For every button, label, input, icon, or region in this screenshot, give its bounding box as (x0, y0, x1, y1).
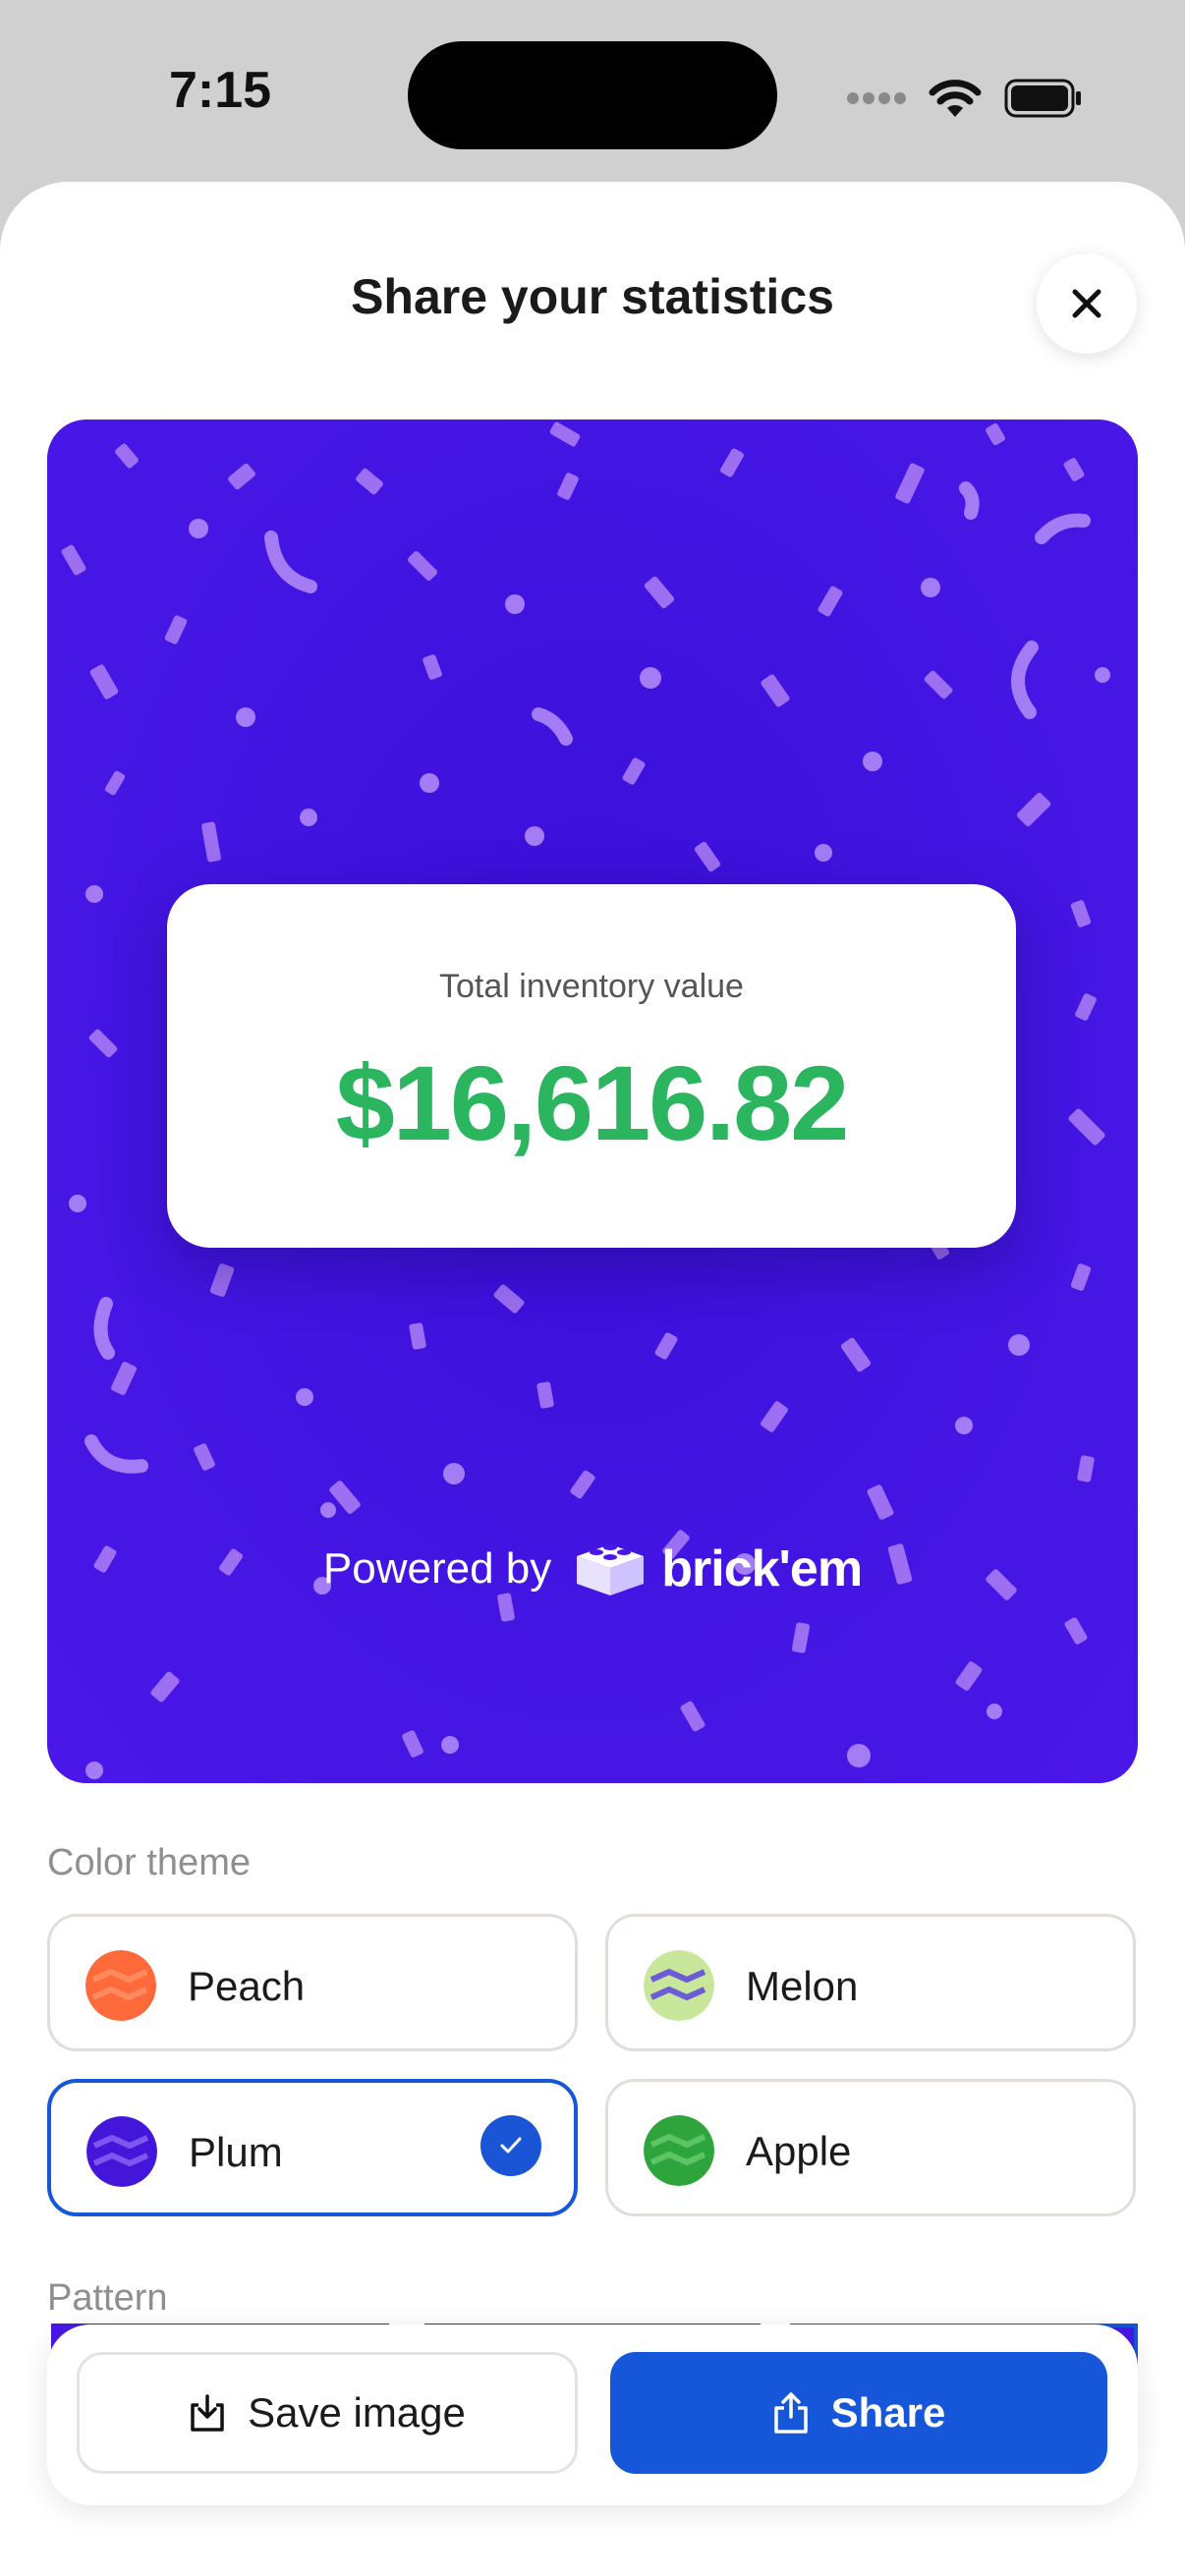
share-label: Share (830, 2389, 946, 2436)
dynamic-island (408, 41, 777, 149)
theme-option-plum[interactable]: Plum (47, 2079, 578, 2216)
cellular-signal-icon (847, 92, 906, 104)
plum-swatch-icon (86, 2116, 157, 2187)
close-button[interactable] (1037, 253, 1137, 354)
theme-name: Melon (746, 1963, 859, 2009)
peach-swatch-icon (85, 1950, 156, 2021)
status-time: 7:15 (169, 62, 272, 119)
share-button[interactable]: Share (610, 2352, 1107, 2474)
brand-name: brick'em (661, 1540, 863, 1597)
stat-value: $16,616.82 (335, 1043, 850, 1162)
color-theme-label: Color theme (47, 1842, 251, 1883)
powered-by-branding: Powered by brick'em (47, 1540, 1138, 1598)
selected-check-icon (480, 2115, 541, 2176)
sheet-title: Share your statistics (351, 269, 834, 324)
theme-name: Plum (189, 2129, 283, 2175)
share-sheet: Share your statistics Total inventory va… (0, 182, 1185, 2576)
battery-icon (1004, 79, 1081, 118)
theme-name: Peach (188, 1963, 306, 2009)
theme-option-apple[interactable]: Apple (605, 2079, 1136, 2216)
melon-swatch-icon (644, 1950, 714, 2021)
download-icon (191, 2394, 224, 2432)
theme-name: Apple (746, 2128, 852, 2174)
wifi-icon (929, 80, 982, 117)
save-image-button[interactable]: Save image (77, 2352, 578, 2474)
total-inventory-value-card: Total inventory value $16,616.82 (167, 884, 1016, 1248)
powered-by-text: Powered by (322, 1544, 552, 1593)
status-icons (845, 69, 1083, 128)
action-bar: Save image Share (47, 2324, 1138, 2505)
share-icon (773, 2392, 808, 2434)
theme-option-peach[interactable]: Peach (47, 1914, 578, 2051)
close-icon (1072, 289, 1101, 318)
statistics-preview-card: Total inventory value $16,616.82 Powered… (47, 420, 1138, 1783)
brick-logo-icon (577, 1544, 645, 1596)
stat-label: Total inventory value (439, 968, 744, 1005)
save-image-label: Save image (248, 2389, 466, 2436)
pattern-label: Pattern (47, 2277, 168, 2319)
apple-swatch-icon (644, 2115, 714, 2186)
brand-logo: brick'em (573, 1540, 863, 1598)
theme-option-melon[interactable]: Melon (605, 1914, 1136, 2051)
